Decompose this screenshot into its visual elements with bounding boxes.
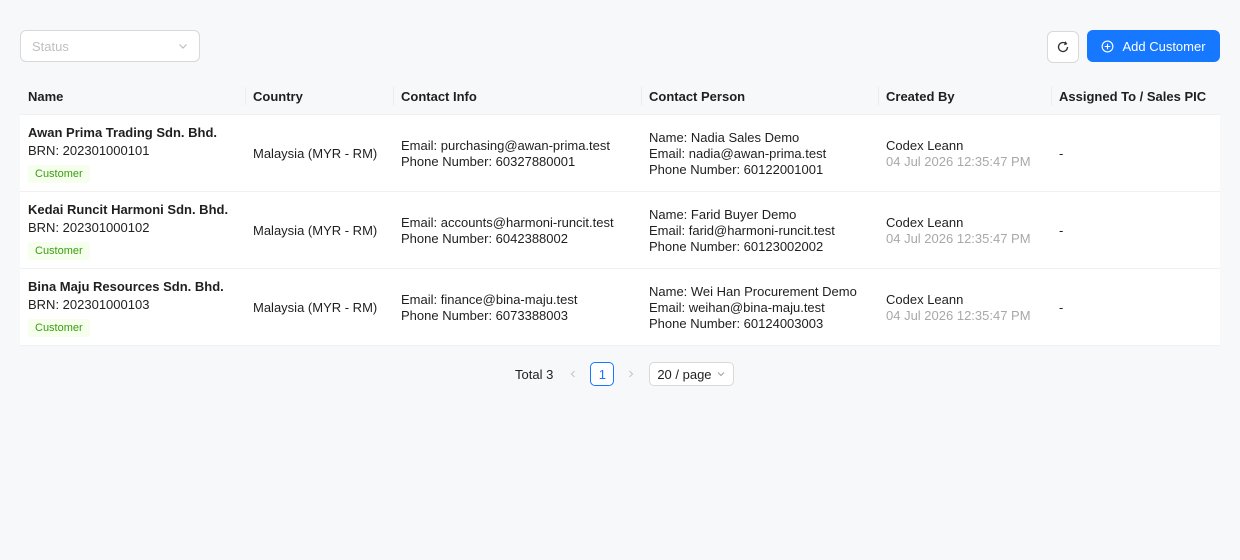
page-size-select[interactable]: 20 / page xyxy=(649,362,735,386)
cell-created-by: Codex Leann 04 Jul 2026 12:35:47 PM xyxy=(878,115,1051,192)
cell-country: Malaysia (MYR - RM) xyxy=(245,269,393,346)
pagination: Total 3 1 20 / page xyxy=(515,361,735,387)
cell-country: Malaysia (MYR - RM) xyxy=(245,192,393,269)
created-by-name: Codex Leann xyxy=(886,214,964,230)
status-select-placeholder: Status xyxy=(32,38,69,54)
pagination-total: Total 3 xyxy=(515,366,554,382)
cell-name: Awan Prima Trading Sdn. Bhd. BRN: 202301… xyxy=(20,115,245,192)
customer-tag: Customer xyxy=(28,242,90,260)
created-by-name: Codex Leann xyxy=(886,291,964,307)
add-customer-label: Add Customer xyxy=(1122,38,1206,54)
cell-contact-person: Name: Farid Buyer Demo Email: farid@harm… xyxy=(641,192,878,269)
table-row[interactable]: Bina Maju Resources Sdn. Bhd. BRN: 20230… xyxy=(20,269,1220,346)
country-value: Malaysia (MYR - RM) xyxy=(253,145,378,161)
cell-assigned-to: - xyxy=(1051,269,1220,346)
person-phone: Phone Number: 60123002002 xyxy=(649,238,824,254)
customer-brn: BRN: 202301000103 xyxy=(28,297,150,312)
person-phone: Phone Number: 60124003003 xyxy=(649,315,824,331)
next-page-button[interactable] xyxy=(621,361,641,387)
cell-contact-person: Name: Wei Han Procurement Demo Email: we… xyxy=(641,269,878,346)
cell-contact-person: Name: Nadia Sales Demo Email: nadia@awan… xyxy=(641,115,878,192)
created-date: 04 Jul 2026 12:35:47 PM xyxy=(886,307,1031,323)
created-date: 04 Jul 2026 12:35:47 PM xyxy=(886,230,1031,246)
person-name: Name: Nadia Sales Demo xyxy=(649,129,800,145)
assigned-value: - xyxy=(1059,145,1064,161)
cell-created-by: Codex Leann 04 Jul 2026 12:35:47 PM xyxy=(878,192,1051,269)
person-email: Email: farid@harmoni-runcit.test xyxy=(649,222,835,238)
contact-email: Email: accounts@harmoni-runcit.test xyxy=(401,214,614,230)
customer-name[interactable]: Awan Prima Trading Sdn. Bhd. xyxy=(28,124,245,142)
chevron-left-icon xyxy=(570,370,576,378)
prev-page-button[interactable] xyxy=(563,361,583,387)
cell-created-by: Codex Leann 04 Jul 2026 12:35:47 PM xyxy=(878,269,1051,346)
add-customer-button[interactable]: Add Customer xyxy=(1087,30,1220,62)
person-email: Email: weihan@bina-maju.test xyxy=(649,299,825,315)
country-value: Malaysia (MYR - RM) xyxy=(253,299,378,315)
status-filter-select[interactable]: Status xyxy=(20,30,200,62)
column-header-name[interactable]: Name xyxy=(20,77,245,115)
page-size-value: 20 / page xyxy=(657,366,712,382)
cell-contact-info: Email: purchasing@awan-prima.test Phone … xyxy=(393,115,641,192)
chevron-down-icon xyxy=(717,372,725,377)
cell-name: Bina Maju Resources Sdn. Bhd. BRN: 20230… xyxy=(20,269,245,346)
country-value: Malaysia (MYR - RM) xyxy=(253,222,378,238)
column-header-created-by[interactable]: Created By xyxy=(878,77,1051,115)
created-by-name: Codex Leann xyxy=(886,137,964,153)
customer-name[interactable]: Kedai Runcit Harmoni Sdn. Bhd. xyxy=(28,201,245,219)
cell-contact-info: Email: accounts@harmoni-runcit.test Phon… xyxy=(393,192,641,269)
customer-brn: BRN: 202301000102 xyxy=(28,220,150,235)
customer-tag: Customer xyxy=(28,319,90,337)
cell-contact-info: Email: finance@bina-maju.test Phone Numb… xyxy=(393,269,641,346)
toolbar: Status Add Customer xyxy=(20,30,1220,63)
page-number-button[interactable]: 1 xyxy=(590,362,615,386)
cell-assigned-to: - xyxy=(1051,115,1220,192)
created-date: 04 Jul 2026 12:35:47 PM xyxy=(886,153,1031,169)
contact-email: Email: finance@bina-maju.test xyxy=(401,291,578,307)
person-email: Email: nadia@awan-prima.test xyxy=(649,145,827,161)
column-header-country[interactable]: Country xyxy=(245,77,393,115)
column-header-contact-person[interactable]: Contact Person xyxy=(641,77,878,115)
refresh-button[interactable] xyxy=(1047,31,1079,63)
contact-phone: Phone Number: 6073388003 xyxy=(401,307,568,323)
person-name: Name: Farid Buyer Demo xyxy=(649,206,797,222)
cell-country: Malaysia (MYR - RM) xyxy=(245,115,393,192)
customer-tag: Customer xyxy=(28,165,90,183)
customer-table: Name Country Contact Info Contact Person… xyxy=(20,77,1220,346)
contact-phone: Phone Number: 60327880001 xyxy=(401,153,576,169)
assigned-value: - xyxy=(1059,222,1064,238)
person-phone: Phone Number: 60122001001 xyxy=(649,161,824,177)
table-header: Name Country Contact Info Contact Person… xyxy=(20,77,1220,115)
customer-brn: BRN: 202301000101 xyxy=(28,143,150,158)
table-row[interactable]: Kedai Runcit Harmoni Sdn. Bhd. BRN: 2023… xyxy=(20,192,1220,269)
chevron-down-icon xyxy=(179,44,187,49)
cell-name: Kedai Runcit Harmoni Sdn. Bhd. BRN: 2023… xyxy=(20,192,245,269)
column-header-assigned-to[interactable]: Assigned To / Sales PIC xyxy=(1051,77,1220,115)
chevron-right-icon xyxy=(629,370,634,378)
refresh-icon xyxy=(1057,41,1069,53)
table-row[interactable]: Awan Prima Trading Sdn. Bhd. BRN: 202301… xyxy=(20,115,1220,192)
column-header-contact-info[interactable]: Contact Info xyxy=(393,77,641,115)
contact-email: Email: purchasing@awan-prima.test xyxy=(401,137,611,153)
contact-phone: Phone Number: 6042388002 xyxy=(401,230,568,246)
person-name: Name: Wei Han Procurement Demo xyxy=(649,283,857,299)
plus-circle-icon xyxy=(1102,40,1114,52)
assigned-value: - xyxy=(1059,299,1064,315)
cell-assigned-to: - xyxy=(1051,192,1220,269)
customer-name[interactable]: Bina Maju Resources Sdn. Bhd. xyxy=(28,278,245,296)
